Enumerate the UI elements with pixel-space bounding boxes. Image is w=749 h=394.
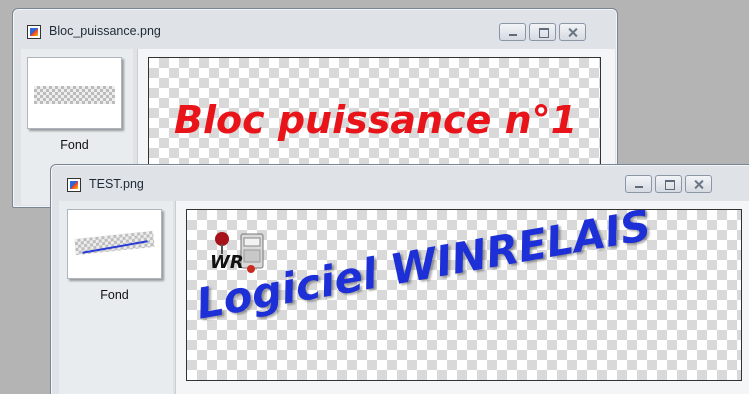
- close-button[interactable]: [685, 175, 712, 193]
- minimize-button[interactable]: [625, 175, 652, 193]
- layer-thumbnail[interactable]: [27, 57, 122, 129]
- window-controls: [625, 175, 715, 195]
- window-controls: [499, 23, 589, 43]
- canvas-text: Logiciel WINRELAIS: [192, 209, 655, 329]
- maximize-button[interactable]: [655, 175, 682, 193]
- logo-text: WR: [210, 252, 244, 273]
- image-file-icon: [67, 178, 81, 192]
- canvas-text: Bloc puissance n°1: [174, 98, 578, 142]
- layer-name: Fond: [100, 288, 129, 302]
- image-file-icon: [27, 25, 41, 39]
- close-button[interactable]: [559, 23, 586, 41]
- title-bar[interactable]: Bloc_puissance.png: [13, 9, 617, 45]
- layer-thumbnail[interactable]: [67, 209, 162, 279]
- window-test[interactable]: TEST.png Fond WR Logiciel WINRELAIS: [50, 164, 749, 394]
- thumbnail-preview: [34, 86, 115, 104]
- title-bar[interactable]: TEST.png: [51, 165, 749, 201]
- window-title: TEST.png: [89, 177, 144, 191]
- image-canvas[interactable]: WR Logiciel WINRELAIS: [186, 209, 742, 381]
- maximize-button[interactable]: [529, 23, 556, 41]
- minimize-button[interactable]: [499, 23, 526, 41]
- layer-name: Fond: [60, 138, 89, 152]
- canvas-area: WR Logiciel WINRELAIS: [175, 201, 749, 394]
- window-title: Bloc_puissance.png: [49, 24, 161, 38]
- layers-panel: Fond: [59, 201, 173, 394]
